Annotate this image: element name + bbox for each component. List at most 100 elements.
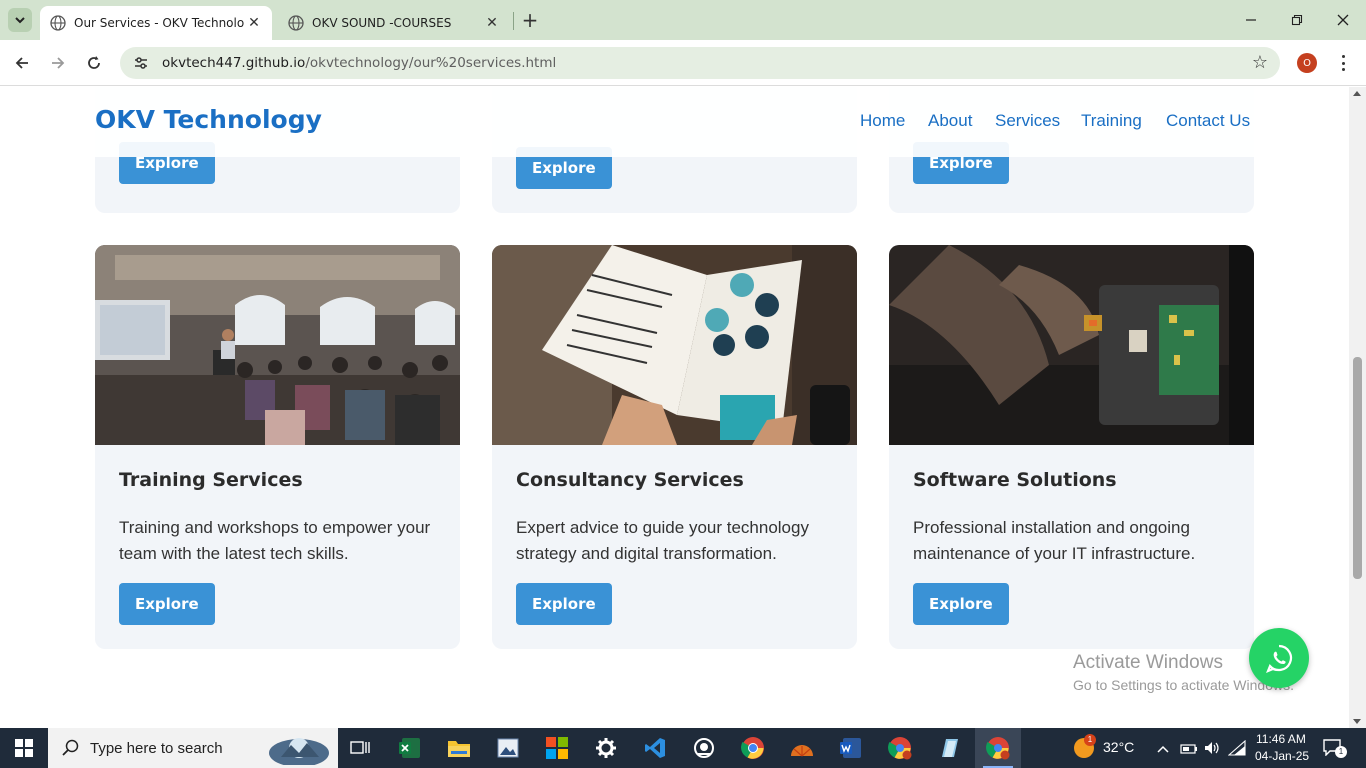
address-bar[interactable]: okvtech447.github.io/okvtechnology/our%2… <box>120 47 1280 79</box>
browser-toolbar: okvtech447.github.io/okvtechnology/our%2… <box>0 40 1366 86</box>
taskbar-chrome[interactable] <box>730 728 776 768</box>
taskbar-chrome-active[interactable] <box>975 728 1021 768</box>
reload-icon <box>88 56 100 69</box>
card-description: Expert advice to guide your technology s… <box>516 518 809 563</box>
scrollbar-thumb[interactable] <box>1353 357 1362 579</box>
weather-temperature: 32°C <box>1103 739 1135 755</box>
url-path: /okvtechnology/our%20services.html <box>305 55 557 71</box>
back-button[interactable] <box>10 51 34 75</box>
photos-icon <box>497 738 519 758</box>
chrome-icon <box>888 737 912 760</box>
classroom-training-photo <box>95 245 460 445</box>
volume-icon[interactable] <box>1203 740 1221 760</box>
nav-services[interactable]: Services <box>995 111 1060 131</box>
start-button[interactable] <box>0 728 48 768</box>
taskbar-vscode[interactable] <box>632 728 678 768</box>
tab-title: OKV SOUND -COURSES <box>312 16 452 30</box>
tab-divider <box>513 12 514 30</box>
site-logo[interactable]: OKV Technology <box>95 105 322 134</box>
site-header: OKV Technology Home About Services Train… <box>0 87 1349 157</box>
folder-icon <box>448 741 470 757</box>
weather-widget[interactable]: 1 32°C <box>1070 728 1140 768</box>
globe-icon <box>288 15 304 31</box>
arrow-left-icon <box>15 57 28 69</box>
clock[interactable]: 11:46 AM 04-Jan-25 <box>1252 728 1314 768</box>
notification-center[interactable]: 1 <box>1322 738 1348 760</box>
forward-button[interactable] <box>46 51 70 75</box>
bookmark-star-icon[interactable]: ☆ <box>1252 52 1268 73</box>
whatsapp-button[interactable] <box>1249 628 1309 688</box>
taskbar-file-explorer[interactable] <box>436 728 482 768</box>
consultancy-magazine-illustration <box>492 245 857 445</box>
close-icon <box>1337 14 1349 26</box>
camera-icon <box>694 738 714 758</box>
clock-time: 11:46 AM <box>1256 732 1306 746</box>
nav-contact-us[interactable]: Contact Us <box>1166 111 1250 131</box>
windows-logo-icon <box>15 739 33 757</box>
task-view-icon <box>350 741 370 754</box>
weather-badge: 1 <box>1084 734 1096 746</box>
notepad-icon <box>942 739 958 757</box>
card-description: Professional installation and ongoing ma… <box>913 518 1196 563</box>
hardware-circuit-photo <box>889 245 1254 445</box>
minimize-button[interactable] <box>1228 6 1274 34</box>
reload-button[interactable] <box>82 51 106 75</box>
notification-count: 1 <box>1335 746 1347 758</box>
profile-avatar[interactable]: O <box>1297 53 1317 73</box>
card-title: Training Services <box>119 469 303 491</box>
service-card-consultancy: Consultancy Services Expert advice to gu… <box>492 245 857 649</box>
minimize-icon <box>1246 19 1256 21</box>
word-icon <box>840 738 861 758</box>
taskbar-camera[interactable] <box>681 728 727 768</box>
search-icon <box>62 739 79 756</box>
search-highlight-illustration <box>268 738 329 765</box>
new-tab-button[interactable]: + <box>520 10 540 30</box>
scroll-down-arrow-icon[interactable] <box>1353 719 1361 724</box>
taskbar-search[interactable]: Type here to search <box>48 728 338 768</box>
windows-taskbar: Type here to search 1 32°C 11:46 AM 04-J… <box>0 728 1366 768</box>
tab-okv-sound-courses[interactable]: OKV SOUND -COURSES ✕ <box>278 6 510 40</box>
taskbar-settings[interactable] <box>583 728 629 768</box>
taskbar-word[interactable] <box>828 728 874 768</box>
activate-windows-title: Activate Windows <box>1073 652 1223 673</box>
excel-icon <box>399 738 420 758</box>
site-info-icon[interactable] <box>132 54 150 72</box>
vscode-icon <box>645 738 665 758</box>
service-card-software: Software Solutions Professional installa… <box>889 245 1254 649</box>
page-viewport: Explore Explore Explore Training Service… <box>0 87 1349 713</box>
taskbar-photos[interactable] <box>485 728 531 768</box>
chrome-icon <box>986 737 1010 760</box>
explore-consultancy-button[interactable]: Explore <box>516 583 612 625</box>
taskbar-task-view[interactable] <box>337 728 383 768</box>
taskbar-sun-app[interactable] <box>779 728 825 768</box>
nav-about[interactable]: About <box>928 111 972 131</box>
explore-software-button[interactable]: Explore <box>913 583 1009 625</box>
store-icon <box>546 737 568 759</box>
nav-training[interactable]: Training <box>1081 111 1142 131</box>
close-icon[interactable]: ✕ <box>482 13 502 33</box>
nav-home[interactable]: Home <box>860 111 905 131</box>
browser-menu-icon[interactable] <box>1335 52 1351 74</box>
taskbar-microsoft-store[interactable] <box>534 728 580 768</box>
wifi-icon[interactable] <box>1227 739 1246 760</box>
battery-icon[interactable] <box>1180 741 1198 760</box>
scroll-up-arrow-icon[interactable] <box>1353 91 1361 96</box>
close-window-button[interactable] <box>1320 6 1366 34</box>
taskbar-chrome-profile[interactable] <box>877 728 923 768</box>
restore-icon <box>1291 14 1303 26</box>
restore-button[interactable] <box>1274 6 1320 34</box>
tray-overflow-icon[interactable] <box>1156 741 1170 755</box>
globe-icon <box>50 15 66 31</box>
explore-training-button[interactable]: Explore <box>119 583 215 625</box>
card-title: Consultancy Services <box>516 469 744 491</box>
clock-date: 04-Jan-25 <box>1255 749 1310 763</box>
tab-search-button[interactable] <box>8 8 32 32</box>
close-icon[interactable]: ✕ <box>244 13 264 33</box>
taskbar-notepad[interactable] <box>926 728 972 768</box>
taskbar-excel[interactable] <box>387 728 433 768</box>
page-scrollbar[interactable] <box>1349 87 1366 728</box>
whatsapp-icon <box>1266 644 1293 673</box>
tab-our-services[interactable]: Our Services - OKV Technology ✕ <box>40 6 272 40</box>
url-text: okvtech447.github.io/okvtechnology/our%2… <box>162 55 556 71</box>
consultancy-magazine-photo <box>492 245 857 445</box>
